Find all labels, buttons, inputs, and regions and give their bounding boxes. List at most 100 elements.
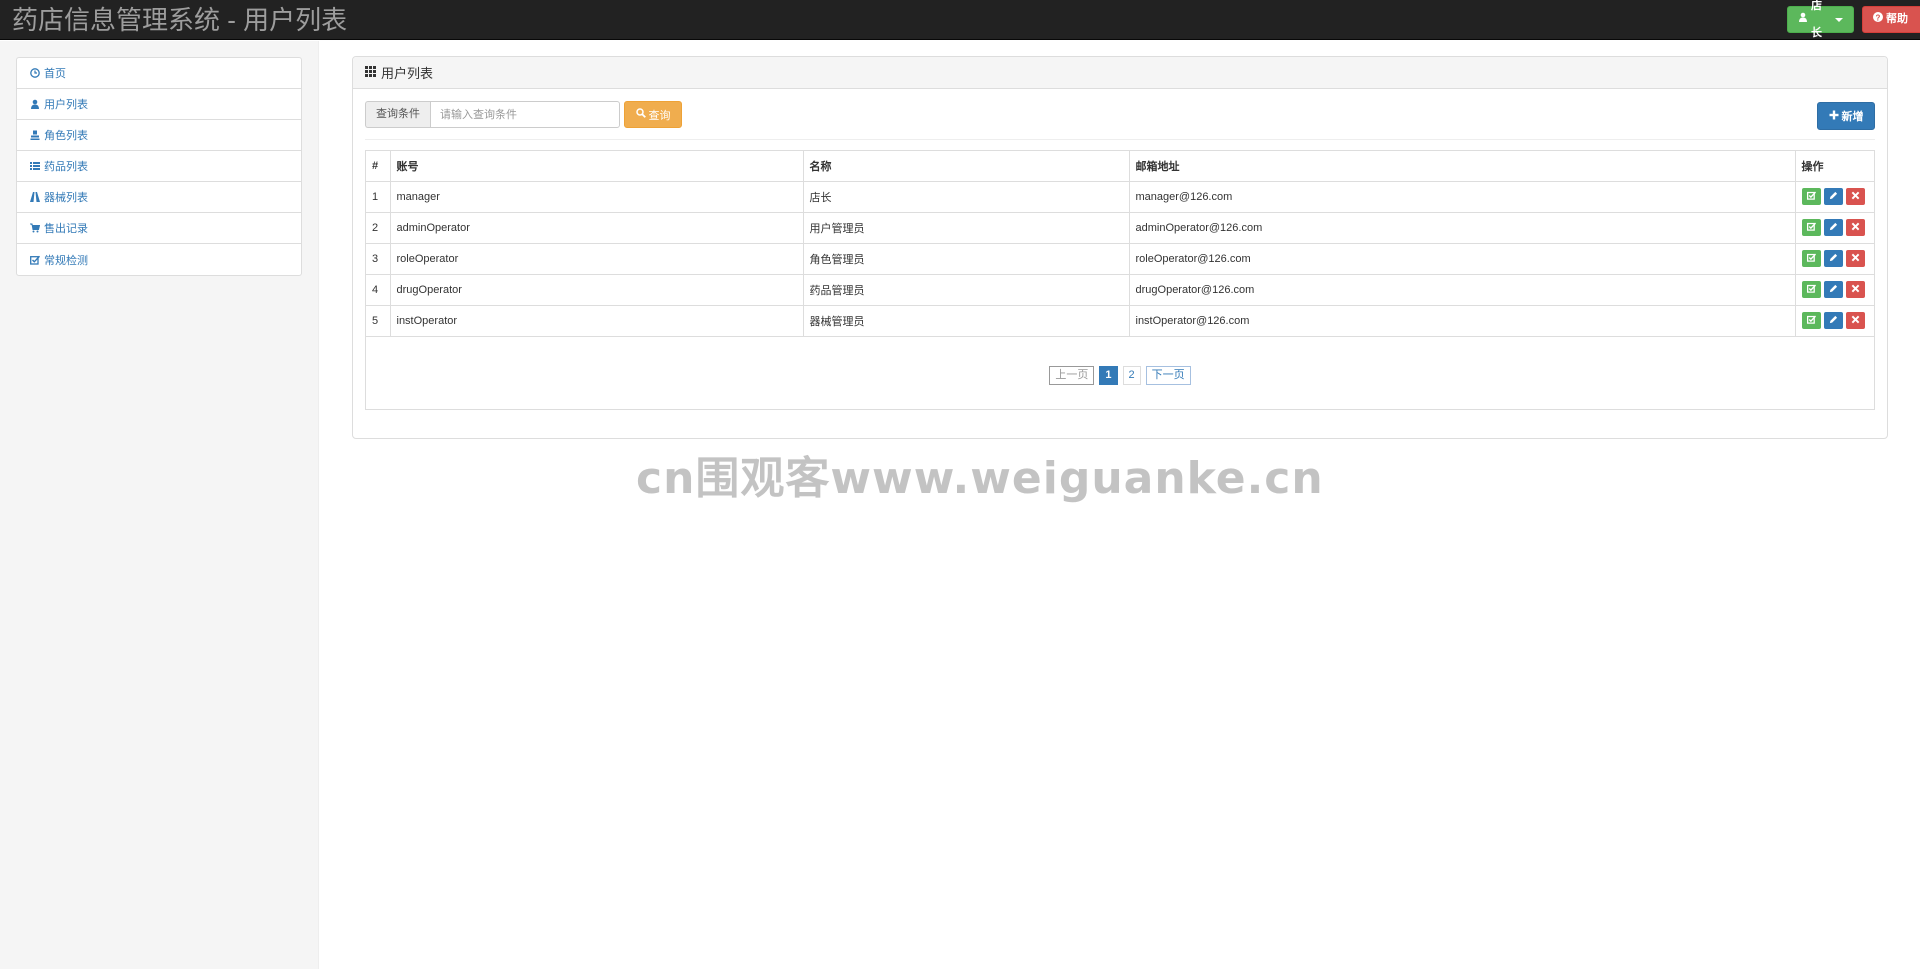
row-actions <box>1794 273 1874 306</box>
pencil-icon <box>1829 284 1838 296</box>
sidebar-item-label: 用户列表 <box>44 99 88 111</box>
help-button[interactable]: ? 帮助 <box>1862 6 1920 33</box>
divider <box>365 139 1875 140</box>
row-actions <box>1794 180 1874 213</box>
search-label: 查询条件 <box>365 101 430 128</box>
table-cell: drugOperator <box>389 273 804 306</box>
sidebar-item-label: 首页 <box>44 68 66 80</box>
delete-button[interactable] <box>1845 312 1865 329</box>
page-button-1[interactable]: 1 <box>1099 366 1118 385</box>
next-page-button[interactable]: 下一页 <box>1145 366 1191 385</box>
column-header: # <box>366 151 391 182</box>
role-icon <box>29 130 40 141</box>
column-header: 名称 <box>802 151 1130 182</box>
view-button[interactable] <box>1801 219 1821 236</box>
table-cell: 4 <box>366 273 391 306</box>
user-table: # 账号 名称 邮箱地址 操作 1 manager 店长 manager@126.co… <box>366 151 1874 337</box>
user-icon <box>29 99 40 110</box>
sidebar-item-inspection[interactable]: 常规检测 <box>17 244 301 275</box>
delete-button[interactable] <box>1845 281 1865 298</box>
remove-icon <box>1851 253 1860 265</box>
sidebar-item-label: 售出记录 <box>44 223 88 235</box>
prev-page-button[interactable]: 上一页 <box>1049 366 1095 385</box>
delete-button[interactable] <box>1845 250 1865 267</box>
table-cell: instOperator@126.com <box>1128 304 1796 337</box>
view-button[interactable] <box>1801 281 1821 298</box>
edit-button[interactable] <box>1823 250 1843 267</box>
remove-icon <box>1851 315 1860 327</box>
sidebar-item-sales[interactable]: 售出记录 <box>17 213 301 244</box>
table-row: 2 adminOperator 用户管理员 adminOperator@126.com <box>366 211 1874 244</box>
check-square-icon <box>1806 315 1816 327</box>
plus-icon <box>1829 110 1839 123</box>
view-button[interactable] <box>1801 250 1821 267</box>
add-button[interactable]: 新增 <box>1817 102 1875 130</box>
cart-icon <box>29 223 40 234</box>
watermark: cn围观客www.weiguanke.cn <box>636 453 1324 504</box>
remove-icon <box>1851 222 1860 234</box>
action-buttons <box>1801 281 1869 298</box>
user-icon <box>1798 6 1808 33</box>
action-buttons <box>1801 188 1869 205</box>
table-row: 5 instOperator 器械管理员 instOperator@126.com <box>366 304 1874 337</box>
question-circle-icon: ? <box>1873 6 1883 33</box>
delete-button[interactable] <box>1845 219 1865 236</box>
row-actions <box>1794 211 1874 244</box>
table-cell: 角色管理员 <box>802 242 1130 275</box>
column-header: 账号 <box>389 151 804 182</box>
panel-title: 用户列表 <box>381 66 434 81</box>
row-actions <box>1794 304 1874 337</box>
user-menu-label: 店长 <box>1811 0 1822 39</box>
table-cell: manager <box>389 180 804 213</box>
sidebar-item-roles[interactable]: 角色列表 <box>17 120 301 151</box>
search-input[interactable] <box>430 101 620 128</box>
check-square-icon <box>1806 284 1816 296</box>
pencil-icon <box>1829 315 1838 327</box>
table-row: 4 drugOperator 药品管理员 drugOperator@126.com <box>366 273 1874 306</box>
action-buttons <box>1801 250 1869 267</box>
edit-button[interactable] <box>1823 219 1843 236</box>
table-cell: manager@126.com <box>1128 180 1796 213</box>
edit-button[interactable] <box>1823 188 1843 205</box>
table-cell: adminOperator@126.com <box>1128 211 1796 244</box>
svg-text:?: ? <box>1876 13 1881 22</box>
search-button[interactable]: 查询 <box>624 101 682 128</box>
caret-down-icon <box>1835 17 1843 22</box>
help-label: 帮助 <box>1886 13 1908 25</box>
sidebar-item-label: 常规检测 <box>44 254 88 267</box>
sidebar-item-label: 角色列表 <box>44 130 88 142</box>
grid-icon <box>365 65 376 80</box>
sidebar-nav: 首页 用户列表 角色列表 药品列表 器械列表 售出记录 常规检测 <box>16 57 302 276</box>
table-cell: drugOperator@126.com <box>1128 273 1796 306</box>
table-cell: 用户管理员 <box>802 211 1130 244</box>
user-menu-button[interactable]: 店长 <box>1787 0 1854 39</box>
table-cell: 器械管理员 <box>802 304 1130 337</box>
check-square-icon <box>1806 253 1816 265</box>
sidebar-item-users[interactable]: 用户列表 <box>17 89 301 120</box>
panel-heading: 用户列表 <box>353 57 1887 89</box>
sidebar-item-home[interactable]: 首页 <box>17 58 301 89</box>
edit-button[interactable] <box>1823 281 1843 298</box>
remove-icon <box>1851 191 1860 203</box>
view-button[interactable] <box>1801 188 1821 205</box>
sidebar-item-instruments[interactable]: 器械列表 <box>17 182 301 213</box>
table-cell: 5 <box>366 304 391 337</box>
page-button-2[interactable]: 2 <box>1122 366 1141 385</box>
check-square-icon <box>1806 191 1816 203</box>
list-icon <box>29 161 40 172</box>
sidebar-item-drugs[interactable]: 药品列表 <box>17 151 301 182</box>
table-cell: 店长 <box>802 180 1130 213</box>
table-cell: 3 <box>366 242 391 275</box>
view-button[interactable] <box>1801 312 1821 329</box>
edit-button[interactable] <box>1823 312 1843 329</box>
table-cell: 药品管理员 <box>802 273 1130 306</box>
action-buttons <box>1801 219 1869 236</box>
search-button-label: 查询 <box>648 109 671 122</box>
pagination: 上一页 1 2 下一页 <box>366 366 1874 385</box>
pencil-icon <box>1829 222 1838 234</box>
remove-icon <box>1851 284 1860 296</box>
sidebar-item-label: 器械列表 <box>44 192 88 204</box>
table-cell: roleOperator <box>389 242 804 275</box>
road-icon <box>29 192 40 203</box>
delete-button[interactable] <box>1845 188 1865 205</box>
